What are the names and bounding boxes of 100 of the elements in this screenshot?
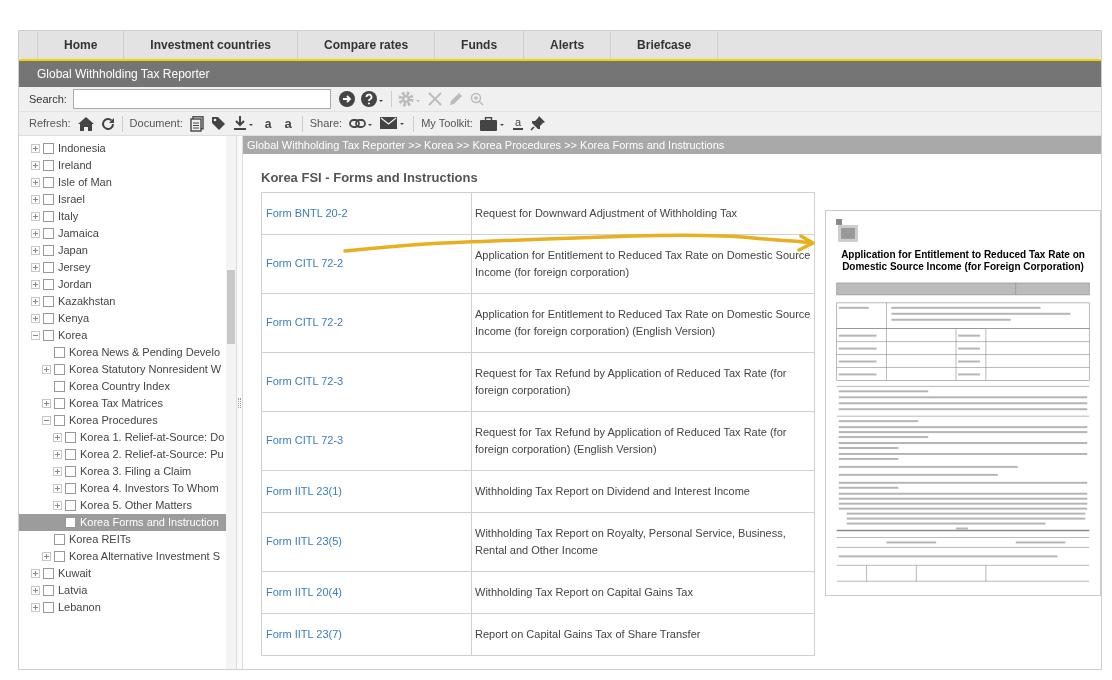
checkbox[interactable]: [43, 211, 54, 222]
home-icon[interactable]: [77, 116, 94, 131]
form-link[interactable]: Form IITL 23(5): [266, 535, 342, 548]
checkbox[interactable]: [54, 415, 65, 426]
help-icon[interactable]: [360, 91, 385, 107]
tree-item[interactable]: Kuwait: [58, 565, 94, 582]
form-link[interactable]: Form IITL 20(4): [266, 585, 342, 598]
tree-item[interactable]: Korea: [58, 327, 90, 344]
tag-icon[interactable]: [210, 116, 226, 131]
tree-item[interactable]: Latvia: [58, 582, 90, 599]
mail-icon[interactable]: [380, 117, 407, 130]
checkbox[interactable]: [43, 143, 54, 154]
tree-item[interactable]: Korea Statutory Nonresident W: [69, 361, 224, 378]
tree-item[interactable]: Lebanon: [58, 599, 103, 616]
checkbox[interactable]: [43, 245, 54, 256]
tree-item[interactable]: Korea Country Index: [69, 378, 172, 395]
expand-icon[interactable]: [31, 144, 40, 153]
checkbox[interactable]: [43, 177, 54, 188]
settings-icon[interactable]: [397, 91, 422, 107]
tree-item[interactable]: Korea News & Pending Develo: [69, 344, 223, 361]
tree-item[interactable]: Indonesia: [58, 140, 108, 157]
tree-item[interactable]: Korea 2. Relief-at-Source: Pu: [80, 446, 226, 463]
expand-icon[interactable]: [31, 280, 40, 289]
expand-icon[interactable]: [31, 246, 40, 255]
expand-icon[interactable]: [53, 484, 62, 493]
checkbox[interactable]: [65, 432, 76, 443]
checkbox[interactable]: [43, 262, 54, 273]
checkbox[interactable]: [43, 585, 54, 596]
tree-item[interactable]: Korea 5. Other Matters: [80, 497, 194, 514]
expand-icon[interactable]: [31, 297, 40, 306]
link-icon[interactable]: [349, 117, 374, 130]
tree-item[interactable]: Israel: [58, 191, 87, 208]
zoom-icon[interactable]: [469, 92, 484, 106]
form-link[interactable]: Form CITL 72-2: [266, 257, 344, 270]
form-link[interactable]: Form IITL 23(7): [266, 627, 342, 640]
tree-item[interactable]: Japan: [58, 242, 90, 259]
pencil-icon[interactable]: [447, 91, 464, 107]
expand-icon[interactable]: [31, 161, 40, 170]
form-link[interactable]: Form IITL 23(1): [266, 484, 342, 497]
tree-item[interactable]: Isle of Man: [58, 174, 114, 191]
expand-icon[interactable]: [53, 433, 62, 442]
tree-item[interactable]: Korea 3. Filing a Claim: [80, 463, 194, 480]
go-icon[interactable]: [338, 91, 355, 107]
tree-item[interactable]: Korea Tax Matrices: [69, 395, 165, 412]
collapse-icon[interactable]: [42, 416, 51, 425]
close-icon[interactable]: [427, 92, 442, 106]
checkbox[interactable]: [54, 534, 65, 545]
expand-icon[interactable]: [53, 450, 62, 459]
search-field[interactable]: [72, 89, 331, 109]
form-link[interactable]: Form BNTL 20-2: [266, 206, 348, 219]
checkbox[interactable]: [65, 483, 76, 494]
tree-item[interactable]: Jamaica: [58, 225, 101, 242]
tree-item[interactable]: Ireland: [58, 157, 94, 174]
tree-item[interactable]: Jordan: [58, 276, 94, 293]
checkbox[interactable]: [54, 551, 65, 562]
decrease-font-button[interactable]: a: [261, 117, 275, 130]
expand-icon[interactable]: [31, 212, 40, 221]
checkbox[interactable]: [54, 398, 65, 409]
checkbox[interactable]: [43, 296, 54, 307]
tree-item[interactable]: Italy: [58, 208, 81, 225]
expand-icon[interactable]: [31, 263, 40, 272]
checkbox[interactable]: [54, 364, 65, 375]
expand-icon[interactable]: [31, 178, 40, 187]
checkbox[interactable]: [54, 381, 65, 392]
checkbox[interactable]: [65, 449, 76, 460]
scroll-thumb[interactable]: [227, 270, 236, 344]
checkbox[interactable]: [65, 517, 76, 528]
form-link[interactable]: Form CITL 72-3: [266, 434, 344, 447]
pin-icon[interactable]: [530, 116, 545, 131]
checkbox[interactable]: [43, 160, 54, 171]
expand-icon[interactable]: [42, 365, 51, 374]
scrollbar[interactable]: [226, 136, 237, 669]
expand-icon[interactable]: [31, 603, 40, 612]
checkbox[interactable]: [43, 279, 54, 290]
highlight-button[interactable]: a: [512, 117, 523, 130]
expand-icon[interactable]: [53, 501, 62, 510]
expand-icon[interactable]: [31, 314, 40, 323]
increase-font-button[interactable]: a: [281, 117, 295, 130]
collapse-icon[interactable]: [31, 331, 40, 340]
tree-item[interactable]: Kazakhstan: [58, 293, 118, 310]
checkbox[interactable]: [65, 500, 76, 511]
tree-item[interactable]: Korea 4. Investors To Whom: [80, 480, 221, 497]
checkbox[interactable]: [43, 228, 54, 239]
tree-item[interactable]: Kenya: [58, 310, 92, 327]
expand-icon[interactable]: [42, 399, 51, 408]
checkbox[interactable]: [43, 313, 54, 324]
document-icon[interactable]: [189, 115, 204, 132]
checkbox[interactable]: [65, 466, 76, 477]
expand-icon[interactable]: [31, 586, 40, 595]
form-link[interactable]: Form CITL 72-2: [266, 316, 344, 329]
checkbox[interactable]: [43, 602, 54, 613]
checkbox[interactable]: [43, 194, 54, 205]
tree-item[interactable]: Jersey: [58, 259, 93, 276]
expand-icon[interactable]: [31, 195, 40, 204]
tree-item[interactable]: Korea Alternative Investment S: [69, 548, 223, 565]
checkbox[interactable]: [43, 568, 54, 579]
checkbox[interactable]: [54, 347, 65, 358]
refresh-icon[interactable]: [100, 116, 115, 131]
form-link[interactable]: Form CITL 72-3: [266, 375, 344, 388]
tree-item[interactable]: Korea Procedures: [69, 412, 160, 429]
